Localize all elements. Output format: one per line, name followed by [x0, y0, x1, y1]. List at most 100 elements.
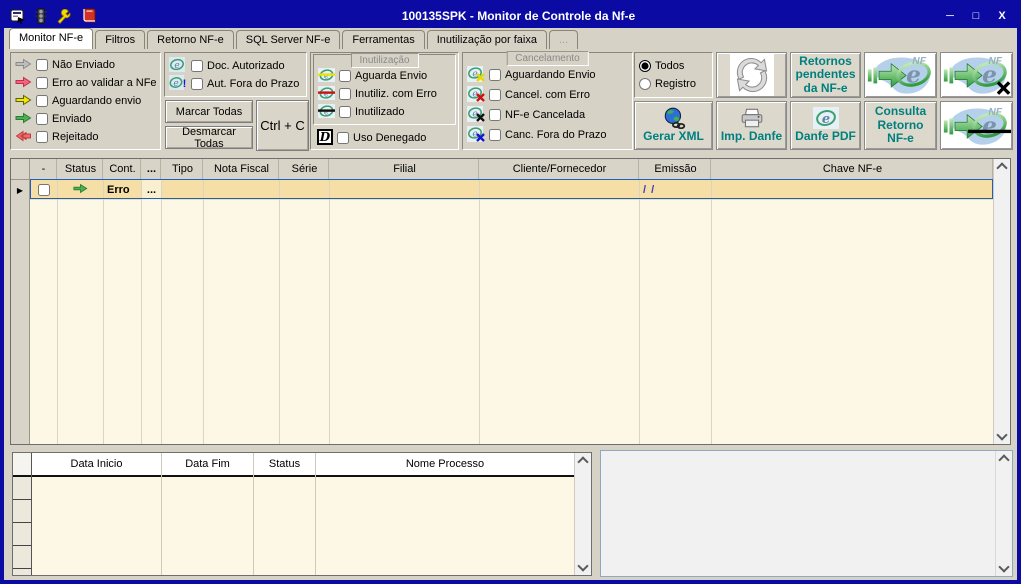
scroll-up-icon[interactable]: [577, 456, 588, 467]
grid-cell-filial[interactable]: [330, 180, 479, 200]
inutilizar-nfe-button[interactable]: eNF: [940, 101, 1013, 150]
gerar-xml-button[interactable]: Gerar XML: [634, 101, 713, 150]
aguarda-envio-checkbox[interactable]: [339, 70, 351, 82]
cancel-com-erro-checkbox[interactable]: [489, 89, 501, 101]
retornos-pendentes-label: Retornos pendentes da NF-e: [792, 55, 859, 95]
danfe-pdf-label: Danfe PDF: [795, 130, 856, 143]
minimize-button[interactable]: ─: [941, 9, 959, 24]
grid-header-serie[interactable]: Série: [280, 159, 329, 180]
wrench-icon[interactable]: [56, 9, 72, 24]
filter-label: Inutiliz. com Erro: [355, 88, 437, 100]
scroll-down-icon[interactable]: [996, 429, 1007, 440]
grid-cell-cont[interactable]: Erro: [104, 180, 141, 200]
grid-cell-status[interactable]: [58, 180, 103, 200]
process-header-nome-processo[interactable]: Nome Processo: [316, 453, 574, 477]
erro-validar-checkbox[interactable]: [36, 77, 48, 89]
filter-row-enviado: Enviado: [11, 110, 160, 128]
close-button[interactable]: X: [993, 9, 1011, 24]
todos-radio[interactable]: [639, 60, 651, 72]
tab-monitor-nfe[interactable]: Monitor NF-e: [9, 28, 93, 49]
traffic-light-icon[interactable]: [35, 8, 47, 24]
tab-retorno-nfe[interactable]: Retorno NF-e: [147, 30, 234, 49]
maximize-button[interactable]: □: [967, 9, 985, 24]
globe-link-icon: [662, 107, 686, 129]
grid-vertical-scrollbar[interactable]: [993, 159, 1010, 444]
tab-sql-server-nfe[interactable]: SQL Server NF-e: [236, 30, 341, 49]
scroll-up-icon[interactable]: [996, 162, 1007, 173]
current-row-pointer: ▶: [11, 180, 29, 200]
scroll-down-icon[interactable]: [998, 561, 1009, 572]
nfe-cancelada-checkbox[interactable]: [489, 109, 501, 121]
svg-text:e: e: [324, 107, 329, 117]
tab-ferramentas[interactable]: Ferramentas: [342, 30, 424, 49]
process-col-data-inicio: Data Inicio: [32, 453, 162, 575]
nfe-send-strike-icon: eNF: [942, 103, 1011, 148]
desmarcar-todas-button[interactable]: Desmarcar Todas: [165, 126, 253, 149]
authorization-panel: e Doc. Autorizado e! Aut. Fora do Prazo …: [164, 52, 307, 150]
grid-cell-emissao[interactable]: / /: [640, 180, 711, 200]
grid-col-fill: [142, 200, 161, 444]
grid-cell-nota-fiscal[interactable]: [204, 180, 279, 200]
aut-fora-prazo-checkbox[interactable]: [191, 78, 203, 90]
grid-cell-cliente-fornecedor[interactable]: [480, 180, 639, 200]
grid-cell-more[interactable]: ...: [142, 180, 161, 200]
grid-header-nota-fiscal[interactable]: Nota Fiscal: [204, 159, 279, 180]
titlebar: 100135SPK - Monitor de Controle da Nf-e …: [4, 4, 1017, 28]
consulta-retorno-button[interactable]: Consulta Retorno NF-e: [864, 101, 937, 150]
grid-header-status[interactable]: Status: [58, 159, 103, 180]
process-header-status[interactable]: Status: [254, 453, 315, 477]
uso-denegado-checkbox[interactable]: [337, 132, 349, 144]
rejeitado-checkbox[interactable]: [36, 131, 48, 143]
grid-cell-serie[interactable]: [280, 180, 329, 200]
grid-col-more: ... ...: [142, 159, 162, 444]
refresh-button[interactable]: [716, 52, 787, 98]
form-export-icon[interactable]: [10, 9, 26, 24]
grid-cell-tipo[interactable]: [162, 180, 203, 200]
arrow-right-green-icon: [73, 183, 88, 197]
inutilizado-checkbox[interactable]: [339, 106, 351, 118]
retornos-pendentes-button[interactable]: Retornos pendentes da NF-e: [790, 52, 861, 98]
book-icon[interactable]: [81, 8, 96, 24]
grid-header-filial[interactable]: Filial: [330, 159, 479, 180]
filter-label: Aguardando Envio: [505, 69, 596, 81]
filter-row-erro-validar: Erro ao validar a NFe: [11, 74, 160, 92]
grid-header-chave[interactable]: Chave NF-e: [712, 159, 993, 180]
log-memo-scrollbar[interactable]: [995, 451, 1012, 576]
grid-header-check[interactable]: -: [30, 159, 57, 180]
enviar-nfe-button[interactable]: eNF: [864, 52, 937, 98]
marcar-todas-button[interactable]: Marcar Todas: [165, 100, 253, 123]
process-table-scrollbar[interactable]: [574, 453, 591, 575]
grid-header-cliente-fornecedor[interactable]: Cliente/Fornecedor: [480, 159, 639, 180]
process-header-data-fim[interactable]: Data Fim: [162, 453, 253, 477]
nao-enviado-checkbox[interactable]: [36, 59, 48, 71]
grid-cell-chave[interactable]: [712, 180, 993, 200]
filter-row-doc-autorizado: e Doc. Autorizado: [165, 57, 306, 75]
doc-autorizado-checkbox[interactable]: [191, 60, 203, 72]
grid-header-cont[interactable]: Cont.: [104, 159, 141, 180]
scroll-down-icon[interactable]: [577, 560, 588, 571]
enviado-checkbox[interactable]: [36, 113, 48, 125]
canc-aguardando-envio-checkbox[interactable]: [489, 69, 501, 81]
tab-filtros[interactable]: Filtros: [95, 30, 145, 49]
tab-more[interactable]: ...: [549, 30, 578, 49]
scroll-up-icon[interactable]: [998, 454, 1009, 465]
shortcut-label: Ctrl + C: [256, 100, 309, 151]
client-area: Não Enviado Erro ao validar a NFe Aguard…: [4, 49, 1017, 580]
grid-header-tipo[interactable]: Tipo: [162, 159, 203, 180]
row-select-checkbox[interactable]: [38, 184, 50, 196]
grid-header-more[interactable]: ...: [142, 159, 161, 180]
tab-inutilizacao-por-faixa[interactable]: Inutilização por faixa: [427, 30, 547, 49]
grid-header-emissao[interactable]: Emissão: [640, 159, 711, 180]
aguardando-envio-checkbox[interactable]: [36, 95, 48, 107]
process-header-data-inicio[interactable]: Data Inicio: [32, 453, 161, 477]
window-title: 100135SPK - Monitor de Controle da Nf-e: [100, 9, 937, 23]
log-memo-content[interactable]: [601, 451, 995, 576]
imp-danfe-button[interactable]: Imp. Danfe: [716, 101, 787, 150]
danfe-pdf-button[interactable]: e Danfe PDF: [790, 101, 861, 150]
inutiliz-com-erro-checkbox[interactable]: [339, 88, 351, 100]
grid-col-serie: Série: [280, 159, 330, 444]
grid-cell-check[interactable]: [30, 180, 57, 200]
registro-radio[interactable]: [639, 78, 651, 90]
canc-fora-prazo-checkbox[interactable]: [489, 129, 501, 141]
cancelar-nfe-button[interactable]: eNF: [940, 52, 1013, 98]
